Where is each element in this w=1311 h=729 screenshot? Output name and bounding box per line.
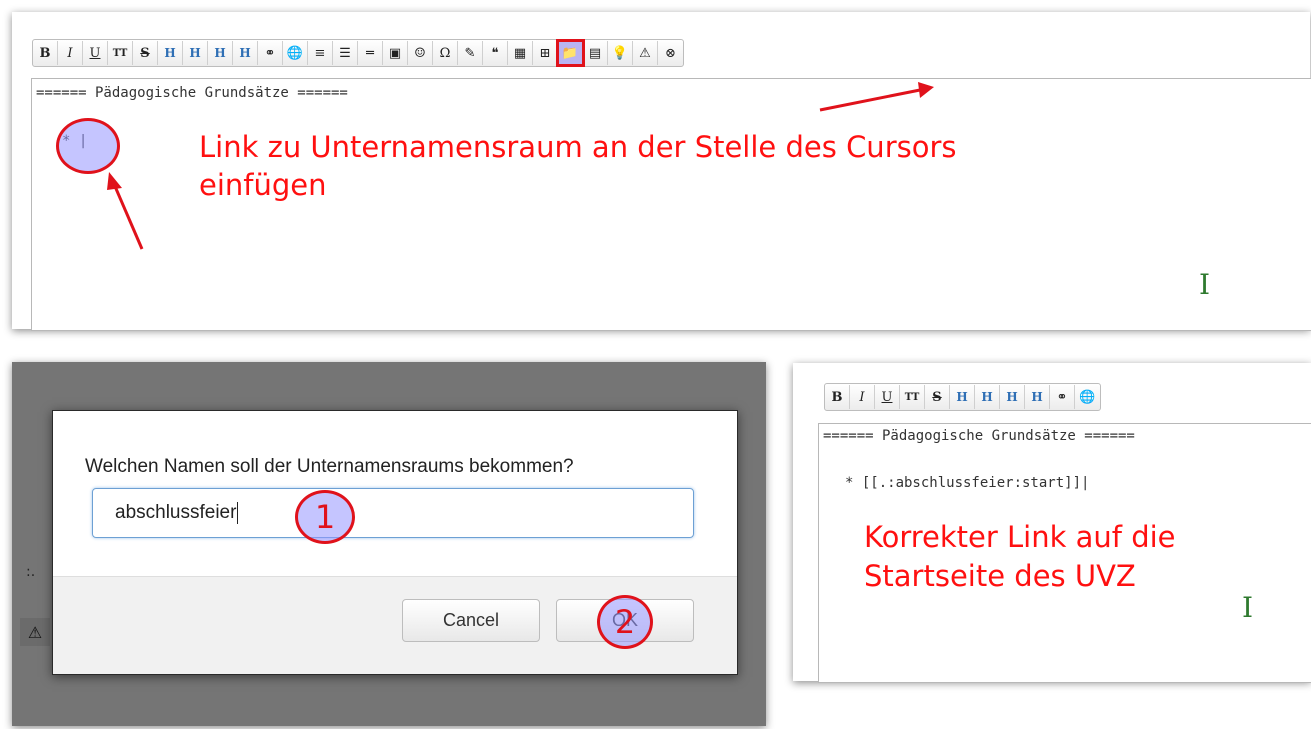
strikethrough-button[interactable]: S (925, 385, 950, 409)
note-button[interactable]: ▤ (583, 41, 608, 65)
signature-button[interactable]: ✎ (458, 41, 483, 65)
underline-button[interactable]: U (875, 385, 900, 409)
editor-textarea[interactable]: ====== Pädagogische Grundsätze ====== * … (31, 78, 1311, 331)
stop-button[interactable]: ⊗ (658, 41, 683, 65)
step-2-number: 2 (614, 603, 636, 641)
italic-button[interactable]: I (58, 41, 83, 65)
monospace-button[interactable]: TT (900, 385, 925, 409)
heading-higher-button[interactable]: H (208, 41, 233, 65)
annotation-text-line2: Startseite des UVZ (864, 559, 1136, 593)
ordered-list-button[interactable]: ≡ (308, 41, 333, 65)
link-button[interactable]: ⚭ (1050, 385, 1075, 409)
text-caret (237, 502, 239, 524)
background-fragment: :. (26, 564, 36, 580)
namespace-link-button[interactable]: 📁 (556, 39, 585, 67)
cancel-button[interactable]: Cancel (402, 599, 540, 642)
dialog-prompt: Welchen Namen soll der Unternamensraums … (85, 456, 574, 477)
step-1-number: 1 (314, 498, 336, 536)
horizontal-rule-button[interactable]: ═ (358, 41, 383, 65)
bold-button[interactable]: B (825, 385, 850, 409)
heading-lower-button[interactable]: H (975, 385, 1000, 409)
strikethrough-button[interactable]: S (133, 41, 158, 65)
underline-button[interactable]: U (83, 41, 108, 65)
warning-button[interactable]: ⚠ (633, 41, 658, 65)
tip-button[interactable]: 💡 (608, 41, 633, 65)
top-editor-panel: B I U TT S H H H H ⚭ 🌐 ≡ ☰ ═ ▣ ☺ Ω ✎ ❝ ▦ ⊞ 📁 ▤ 💡 ⚠ ⊗ ====== Pädag… (12, 12, 1311, 331)
smiley-button[interactable]: ☺ (408, 41, 433, 65)
unordered-list-button[interactable]: ☰ (333, 41, 358, 65)
text-cursor-icon: I (1199, 268, 1211, 301)
italic-button[interactable]: I (850, 385, 875, 409)
step-2-marker: 2 (597, 595, 653, 649)
quote-button[interactable]: ❝ (483, 41, 508, 65)
editor-toolbar: B I U TT S H H H H ⚭ 🌐 (824, 383, 1101, 411)
input-value: abschlussfeier (115, 502, 237, 523)
link-button[interactable]: ⚭ (258, 41, 283, 65)
image-button[interactable]: ▣ (383, 41, 408, 65)
heading-same-button[interactable]: H (950, 385, 975, 409)
result-editor-panel: B I U TT S H H H H ⚭ 🌐 ====== Pädagogische Grundsä… (793, 363, 1311, 683)
namespace-name-input[interactable]: abschlussfeier (92, 488, 694, 538)
table-button[interactable]: ▦ (508, 41, 533, 65)
external-link-button[interactable]: 🌐 (1075, 385, 1100, 409)
heading-higher-button[interactable]: H (1000, 385, 1025, 409)
warning-icon: ⚠ (20, 618, 50, 646)
heading-lower-button[interactable]: H (183, 41, 208, 65)
heading-line: ====== Pädagogische Grundsätze ====== (823, 428, 1135, 444)
annotation-text-line2: einfügen (199, 168, 327, 202)
add-page-button[interactable]: ⊞ (533, 41, 558, 65)
cursor-highlight-circle (56, 118, 120, 174)
monospace-button[interactable]: TT (108, 41, 133, 65)
heading-line: ====== Pädagogische Grundsätze ====== (36, 85, 348, 101)
heading-select-button[interactable]: H (1025, 385, 1050, 409)
special-chars-button[interactable]: Ω (433, 41, 458, 65)
step-1-marker: 1 (295, 490, 355, 544)
heading-select-button[interactable]: H (233, 41, 258, 65)
external-link-button[interactable]: 🌐 (283, 41, 308, 65)
annotation-text-line1: Korrekter Link auf die (864, 520, 1176, 554)
heading-same-button[interactable]: H (158, 41, 183, 65)
text-cursor-icon: I (1242, 591, 1254, 624)
editor-toolbar: B I U TT S H H H H ⚭ 🌐 ≡ ☰ ═ ▣ ☺ Ω ✎ ❝ ▦ ⊞ 📁 ▤ 💡 ⚠ ⊗ (32, 39, 684, 67)
dialog-screenshot-panel: :. ⚠ Welchen Namen soll der Unternamensr… (12, 362, 766, 726)
bold-button[interactable]: B (33, 41, 58, 65)
annotation-text-line1: Link zu Unternamensraum an der Stelle de… (199, 130, 957, 164)
list-line: * [[.:abschlussfeier:start]]| (845, 475, 1090, 491)
